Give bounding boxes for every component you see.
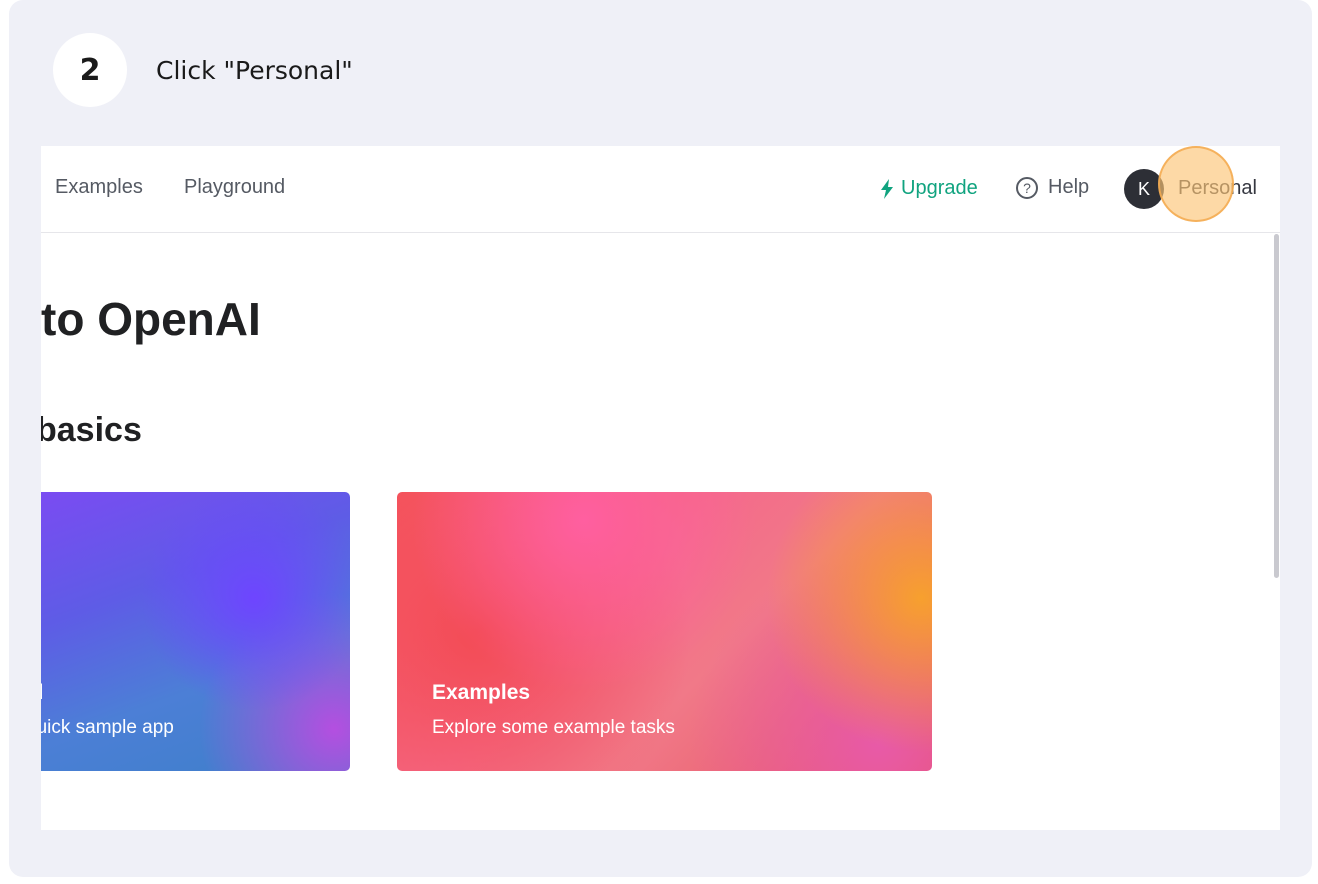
tutorial-tile[interactable]: al quick sample app [41,492,350,771]
step-instruction: Click "Personal" [156,56,353,85]
lightning-bolt-icon [881,178,893,199]
help-button[interactable]: ? Help [1016,176,1089,199]
tile-subtitle: quick sample app [41,717,174,738]
tile-title: Examples [432,681,531,704]
examples-tile[interactable]: Examples Explore some example tasks [397,492,932,771]
tile-title: al [41,681,44,705]
click-highlight-marker [1158,146,1234,222]
vertical-scrollbar[interactable] [1274,234,1279,578]
top-navbar: Examples Playground Upgrade ? Help K Per… [41,146,1280,233]
help-circle-icon: ? [1016,176,1038,199]
basics-heading: basics [41,411,142,449]
welcome-heading: to OpenAI [41,293,261,345]
upgrade-label: Upgrade [901,177,978,199]
upgrade-link[interactable]: Upgrade [879,177,978,200]
tile-subtitle: Explore some example tasks [432,717,675,738]
nav-examples-link[interactable]: Examples [55,176,143,199]
step-number-badge: 2 [53,33,127,107]
screenshot-panel: Examples Playground Upgrade ? Help K Per… [41,146,1280,830]
help-label: Help [1048,176,1090,198]
nav-playground-link[interactable]: Playground [184,176,285,199]
